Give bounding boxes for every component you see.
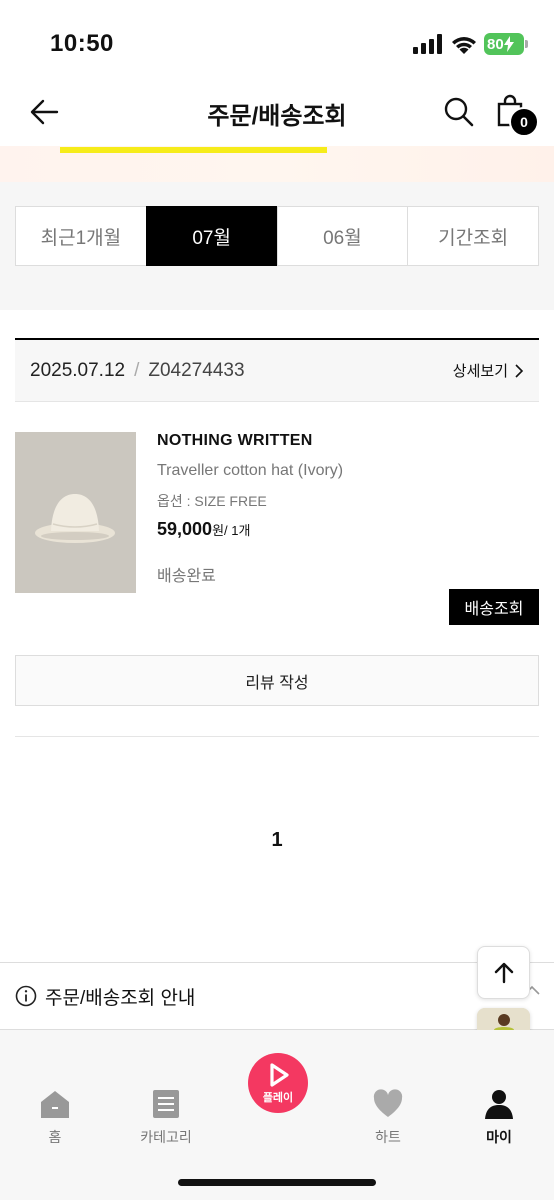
- highlight-bar: [60, 147, 327, 153]
- play-icon: [270, 1062, 289, 1087]
- product-brand[interactable]: NOTHING WRITTEN: [157, 432, 343, 450]
- info-icon: [15, 985, 37, 1007]
- category-icon: [153, 1090, 179, 1118]
- status-time: 10:50: [50, 30, 114, 57]
- tab-heart-label: 하트: [375, 1129, 401, 1145]
- play-label: 플레이: [262, 1091, 294, 1104]
- tab-recent-1-month[interactable]: 최근1개월: [15, 206, 147, 266]
- product-option: 옵션 : SIZE FREE: [157, 493, 267, 509]
- price-row: 59,000 원 / 1개: [157, 519, 343, 540]
- period-filter-area: 최근1개월 07월 06월 기간조회: [0, 182, 554, 310]
- order-header: 2025.07.12 / Z04274433 상세보기: [15, 338, 539, 402]
- write-review-button[interactable]: 리뷰 작성: [15, 655, 539, 706]
- pagination-current-page[interactable]: 1: [0, 829, 554, 852]
- price-unit: 원: [212, 523, 225, 538]
- product-price: 59,000: [157, 519, 213, 539]
- tab-july[interactable]: 07월: [145, 206, 278, 266]
- tab-home[interactable]: 홈: [0, 1088, 110, 1147]
- order-detail-link[interactable]: 상세보기: [453, 360, 524, 381]
- battery-tip: [525, 40, 528, 48]
- product-image[interactable]: [15, 432, 136, 593]
- tab-my-label: 마이: [486, 1129, 512, 1145]
- tab-category-label: 카테고리: [140, 1129, 192, 1145]
- period-tabs: 최근1개월 07월 06월 기간조회: [15, 206, 539, 266]
- tab-home-label: 홈: [48, 1129, 62, 1145]
- scroll-to-top-button[interactable]: [477, 946, 530, 999]
- search-icon[interactable]: [442, 95, 476, 129]
- bucket-hat-image: [15, 432, 136, 593]
- header: 주문/배송조회: [0, 80, 554, 146]
- order-info-bar[interactable]: 주문/배송조회 안내: [0, 962, 554, 1030]
- order-separator: /: [134, 359, 140, 381]
- tab-my[interactable]: 마이: [444, 1088, 554, 1147]
- track-shipment-button[interactable]: 배송조회: [449, 589, 539, 625]
- charging-bolt-icon: [503, 36, 514, 52]
- tab-heart[interactable]: 하트: [333, 1088, 443, 1147]
- heart-icon: [373, 1089, 403, 1117]
- cellular-signal-icon: [413, 34, 442, 54]
- home-icon: [41, 1091, 69, 1118]
- tab-period-search[interactable]: 기간조회: [407, 206, 539, 266]
- order-date: 2025.07.12: [30, 359, 126, 381]
- tab-category[interactable]: 카테고리: [111, 1088, 221, 1147]
- wifi-icon: [452, 37, 476, 54]
- product-info: NOTHING WRITTEN Traveller cotton hat (Iv…: [157, 432, 343, 586]
- product-name[interactable]: Traveller cotton hat (Ivory): [157, 462, 343, 480]
- play-button[interactable]: 플레이: [248, 1053, 308, 1113]
- divider: [15, 736, 539, 737]
- battery-indicator: 80: [484, 33, 524, 55]
- order-card: 2025.07.12 / Z04274433 상세보기: [15, 338, 539, 402]
- status-bar: 10:50 80: [0, 0, 554, 80]
- product-quantity: / 1개: [224, 523, 251, 538]
- chevron-right-icon: [515, 363, 524, 378]
- home-indicator: [178, 1179, 376, 1186]
- order-detail-label: 상세보기: [452, 363, 508, 380]
- order-number: Z04274433: [148, 359, 245, 381]
- cart-count-badge: 0: [509, 107, 539, 137]
- battery-level: 80: [487, 35, 504, 53]
- order-info-label: 주문/배송조회 안내: [45, 987, 196, 1009]
- person-icon: [485, 1090, 513, 1119]
- tab-june[interactable]: 06월: [276, 206, 409, 266]
- shipping-status: 배송완료: [157, 568, 216, 585]
- arrow-up-icon: [494, 962, 513, 983]
